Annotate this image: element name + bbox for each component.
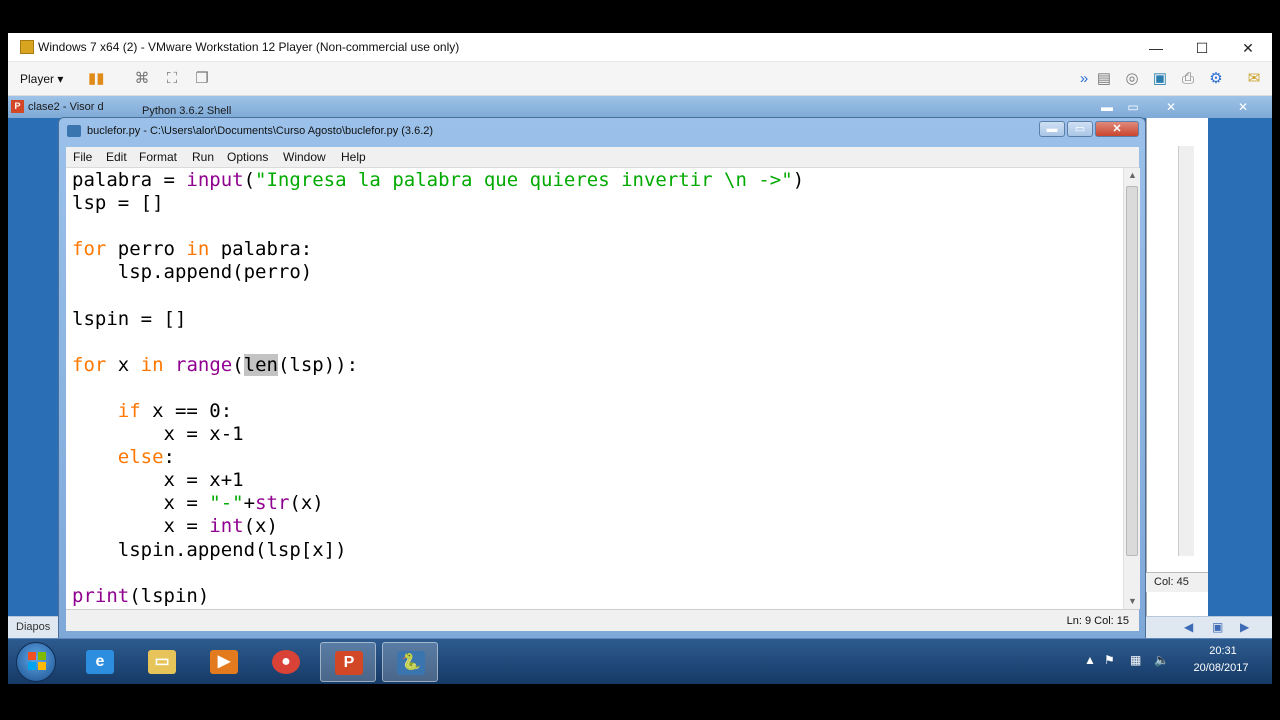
code-line[interactable]: lsp.append(perro): [72, 261, 804, 284]
fullscreen-icon[interactable]: ⛶: [164, 71, 180, 87]
arrow-right-icon[interactable]: ▶: [1240, 620, 1249, 634]
code-line[interactable]: else:: [72, 446, 804, 469]
taskbar-powerpoint-button[interactable]: P: [320, 642, 376, 682]
code-line[interactable]: [72, 284, 804, 307]
menu-window[interactable]: Window: [283, 150, 326, 164]
python-icon: 🐍: [397, 651, 425, 675]
editor-vertical-scrollbar[interactable]: ▲ ▼: [1123, 168, 1140, 609]
menu-format[interactable]: Format: [139, 150, 177, 164]
shell-window-pane: [1146, 118, 1208, 618]
clock-time[interactable]: 20:31: [1198, 645, 1248, 657]
arrow-left-icon[interactable]: ◀: [1184, 620, 1193, 634]
send-ctrl-alt-del-icon[interactable]: ⌘: [134, 71, 150, 87]
player-menu[interactable]: Player ▾: [20, 72, 63, 86]
pause-icon[interactable]: ▮▮: [88, 71, 105, 87]
background-window-titlebar: P clase2 - Visor d Python 3.6.2 Shell ▬ …: [8, 96, 1272, 118]
network-icon[interactable]: ▦: [1130, 653, 1141, 667]
idle-statusbar: Ln: 9 Col: 15: [66, 609, 1139, 631]
ie-icon: e: [86, 650, 114, 674]
vmware-toolbar: Player ▾ ▮▮ ⌘ ⛶ ❐ » ▤ ◎ ▣ ⎙ ⚙ ✉: [8, 62, 1272, 96]
scroll-up-icon[interactable]: ▲: [1124, 170, 1141, 180]
printer-icon[interactable]: ⎙: [1180, 71, 1196, 87]
shell-window-title[interactable]: Python 3.6.2 Shell: [142, 105, 231, 117]
code-line[interactable]: for x in range(len(lsp)):: [72, 353, 804, 377]
vmware-maximize-button[interactable]: ☐: [1182, 37, 1222, 59]
powerpoint-status-text: Diapos: [16, 621, 51, 633]
code-line[interactable]: [72, 562, 804, 585]
menu-file[interactable]: File: [73, 150, 92, 164]
code-line[interactable]: [72, 331, 804, 354]
bg-close-button[interactable]: ✕: [1158, 99, 1184, 115]
vmware-minimize-button[interactable]: —: [1136, 37, 1176, 59]
chrome-icon: ●: [272, 650, 300, 674]
idle-editor-window: buclefor.py - C:\Users\alor\Documents\Cu…: [58, 117, 1146, 639]
code-line[interactable]: [72, 377, 804, 400]
windows-taskbar: ▲ ⚑ ▦ 🔈 20:31 20/08/2017 e ▭ ▶ ● P 🐍: [8, 638, 1272, 684]
cursor-position: Ln: 9 Col: 15: [1066, 615, 1129, 627]
action-center-icon[interactable]: ⚑: [1104, 653, 1115, 667]
code-text[interactable]: palabra = input("Ingresa la palabra que …: [72, 169, 804, 608]
windows-logo-icon: [28, 652, 46, 670]
code-line[interactable]: palabra = input("Ingresa la palabra que …: [72, 169, 804, 192]
taskbar-chrome-button[interactable]: ●: [258, 642, 314, 682]
bg-close-button-2[interactable]: ✕: [1230, 99, 1256, 115]
more-devices-icon[interactable]: »: [1076, 71, 1092, 87]
shell-statusbar: Col: 45: [1146, 572, 1208, 592]
powerpoint-small-icon: P: [11, 100, 24, 113]
vmware-window-title: Windows 7 x64 (2) - VMware Workstation 1…: [38, 40, 460, 54]
code-line[interactable]: for perro in palabra:: [72, 238, 804, 261]
taskbar-folder-button[interactable]: ▭: [134, 642, 190, 682]
idle-maximize-button[interactable]: ▭: [1067, 121, 1093, 137]
menu-help[interactable]: Help: [341, 150, 366, 164]
idle-close-button[interactable]: ✕: [1095, 121, 1139, 137]
menu-edit[interactable]: Edit: [106, 150, 127, 164]
show-hidden-icons-icon[interactable]: ▲: [1084, 653, 1096, 667]
taskbar-python-button[interactable]: 🐍: [382, 642, 438, 682]
scroll-down-icon[interactable]: ▼: [1124, 596, 1141, 606]
clock-date[interactable]: 20/08/2017: [1186, 662, 1256, 674]
menu-options[interactable]: Options: [227, 150, 268, 164]
taskbar-media-player-button[interactable]: ▶: [196, 642, 252, 682]
idle-python-icon: [67, 125, 81, 137]
media-player-icon: ▶: [210, 650, 238, 674]
vmware-close-button[interactable]: ✕: [1228, 37, 1268, 59]
code-line[interactable]: x = x-1: [72, 423, 804, 446]
powerpoint-window-title[interactable]: clase2 - Visor d: [28, 101, 104, 113]
bg-minimize-button[interactable]: ▬: [1094, 99, 1120, 115]
volume-icon[interactable]: 🔈: [1154, 653, 1169, 667]
code-line[interactable]: lspin = []: [72, 308, 804, 331]
slide-icon[interactable]: ▣: [1212, 620, 1223, 634]
shell-cursor-position: Col: 45: [1154, 576, 1189, 588]
idle-window-title: buclefor.py - C:\Users\alor\Documents\Cu…: [87, 125, 434, 137]
menu-run[interactable]: Run: [192, 150, 214, 164]
usb-device-icon[interactable]: ⚙: [1208, 71, 1224, 87]
code-line[interactable]: x = x+1: [72, 469, 804, 492]
powerpoint-icon: P: [335, 651, 363, 675]
code-editor[interactable]: palabra = input("Ingresa la palabra que …: [66, 168, 1139, 609]
idle-minimize-button[interactable]: ▬: [1039, 121, 1065, 137]
unity-icon[interactable]: ❐: [194, 71, 210, 87]
code-line[interactable]: x = int(x): [72, 515, 804, 538]
network-adapter-icon[interactable]: ▣: [1152, 71, 1168, 87]
code-line[interactable]: print(lspin): [72, 585, 804, 608]
start-button[interactable]: [16, 642, 56, 682]
code-line[interactable]: if x == 0:: [72, 400, 804, 423]
code-line[interactable]: [72, 215, 804, 238]
code-line[interactable]: x = "-"+str(x): [72, 492, 804, 515]
cd-drive-icon[interactable]: ◎: [1124, 71, 1140, 87]
taskbar-ie-button[interactable]: e: [72, 642, 128, 682]
vmware-titlebar: Windows 7 x64 (2) - VMware Workstation 1…: [8, 33, 1272, 62]
idle-menubar: File Edit Format Run Options Window Help: [66, 147, 1139, 168]
scroll-thumb[interactable]: [1126, 186, 1138, 556]
folder-icon: ▭: [148, 650, 176, 674]
bg-maximize-button[interactable]: ▭: [1120, 99, 1146, 115]
shell-scrollbar[interactable]: [1178, 146, 1194, 556]
message-log-icon[interactable]: ✉: [1246, 71, 1262, 87]
hard-disk-icon[interactable]: ▤: [1096, 71, 1112, 87]
code-line[interactable]: lsp = []: [72, 192, 804, 215]
code-line[interactable]: lspin.append(lsp[x]): [72, 539, 804, 562]
vmware-logo-icon: [20, 40, 34, 54]
